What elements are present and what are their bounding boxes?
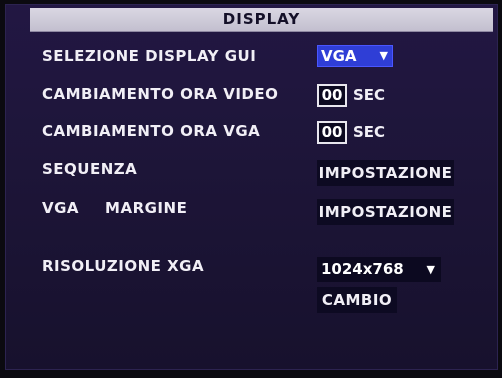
resolution-change-button[interactable]: CAMBIO [317, 287, 397, 313]
video-time-change-unit: SEC [353, 86, 386, 104]
sequence-setup-button[interactable]: IMPOSTAZIONE [317, 160, 454, 186]
chevron-down-icon: ▼ [426, 263, 435, 276]
video-time-change-label: CAMBIAMENTO ORA VIDEO [42, 85, 279, 103]
chevron-down-icon: ▼ [379, 49, 388, 62]
vga-margin-label-margin: MARGINE [105, 199, 188, 217]
resolution-label: RISOLUZIONE XGA [42, 257, 205, 275]
gui-display-value: VGA [321, 47, 357, 65]
vga-time-change-input[interactable]: 00 [317, 121, 347, 144]
gui-display-select[interactable]: VGA ▼ [317, 45, 393, 67]
sequence-label: SEQUENZA [42, 160, 138, 178]
page-title: DISPLAY [222, 10, 301, 28]
vga-margin-label: VGA MARGINE [42, 199, 187, 217]
display-settings-window: DISPLAY SELEZIONE DISPLAY GUI VGA ▼ CAMB… [5, 4, 498, 370]
resolution-value: 1024x768 [321, 260, 404, 278]
vga-margin-label-vga: VGA [42, 199, 80, 217]
title-bar: DISPLAY [30, 8, 493, 32]
vga-time-change-label: CAMBIAMENTO ORA VGA [42, 122, 261, 140]
resolution-select[interactable]: 1024x768 ▼ [317, 257, 441, 282]
vga-time-change-unit: SEC [353, 123, 386, 141]
video-time-change-input[interactable]: 00 [317, 84, 347, 107]
gui-display-label: SELEZIONE DISPLAY GUI [42, 47, 257, 65]
vga-margin-setup-button[interactable]: IMPOSTAZIONE [317, 199, 454, 225]
